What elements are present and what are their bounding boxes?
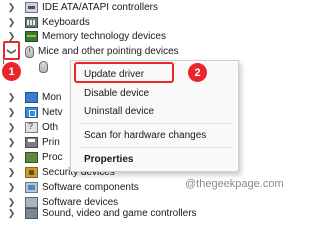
menu-item-properties[interactable]: Properties [84,154,133,165]
memory-icon [25,31,38,42]
chevron-right-icon[interactable]: ❯ [7,208,16,219]
tree-item-monitors[interactable]: ❯ Mon [0,90,61,105]
tree-item-keyboards[interactable]: ❯ Keyboards [0,15,90,30]
chevron-right-icon[interactable]: ❯ [7,122,16,133]
menu-separator [79,147,232,148]
step-badge-1: 1 [2,62,21,81]
tree-item-label: Mon [42,92,62,103]
tree-item-label: Software components [42,182,139,193]
tree-item-ide-controllers[interactable]: ❯ IDE ATA/ATAPI controllers [0,0,158,15]
tree-item-label: Oth [42,122,59,133]
step-badge-2: 2 [188,63,207,82]
security-device-icon [25,167,38,178]
chevron-right-icon[interactable]: ❯ [7,182,16,193]
tree-item-label: Mice and other pointing devices [38,46,179,57]
menu-item-disable-device[interactable]: Disable device [84,88,149,99]
ide-controller-icon [25,2,38,13]
watermark: @thegeekpage.com [185,178,284,190]
tree-item-label: Proc [42,152,63,163]
processor-icon [25,152,38,163]
tree-item-sound-video[interactable]: ❯ Sound, video and game controllers [0,206,197,221]
keyboard-icon [25,17,38,28]
tree-item-label: IDE ATA/ATAPI controllers [42,2,158,13]
chevron-right-icon[interactable]: ❯ [7,152,16,163]
mouse-icon [25,45,34,58]
tree-item-label: Memory technology devices [42,31,166,42]
software-component-icon [25,182,38,193]
tree-item-network-adapters[interactable]: ❯ Netv [0,105,63,120]
chevron-right-icon[interactable]: ❯ [7,137,16,148]
tree-item-label: Prin [42,137,60,148]
tree-item-software-components[interactable]: ❯ Software components [0,180,139,195]
chevron-right-icon[interactable]: ❯ [7,17,16,28]
chevron-right-icon[interactable]: ❯ [7,167,16,178]
tree-item-label: Keyboards [42,17,90,28]
monitor-icon [25,92,38,103]
chevron-right-icon[interactable]: ❯ [7,2,16,13]
tree-item-label: Sound, video and game controllers [42,208,197,219]
tree-item-memory-technology[interactable]: ❯ Memory technology devices [0,29,166,44]
chevron-right-icon[interactable]: ❯ [7,107,16,118]
mouse-icon [39,60,48,73]
tree-item-label: Netv [42,107,63,118]
network-adapter-icon [25,107,38,118]
sound-icon [25,208,38,219]
tree-item-processors[interactable]: ❯ Proc [0,150,63,165]
printer-icon [25,137,38,148]
tree-item-print-queues[interactable]: ❯ Prin [0,135,60,150]
chevron-right-icon[interactable]: ❯ [7,92,16,103]
menu-item-scan-hardware[interactable]: Scan for hardware changes [84,130,206,141]
menu-item-uninstall-device[interactable]: Uninstall device [84,106,154,117]
update-driver-highlight-box [74,62,174,83]
expand-highlight-box [3,41,20,60]
menu-separator [79,123,232,124]
tree-item-mice[interactable]: ❯ Mice and other pointing devices [0,44,179,59]
tree-item-other-devices[interactable]: ❯ Oth [0,120,58,135]
other-devices-icon [25,121,38,133]
